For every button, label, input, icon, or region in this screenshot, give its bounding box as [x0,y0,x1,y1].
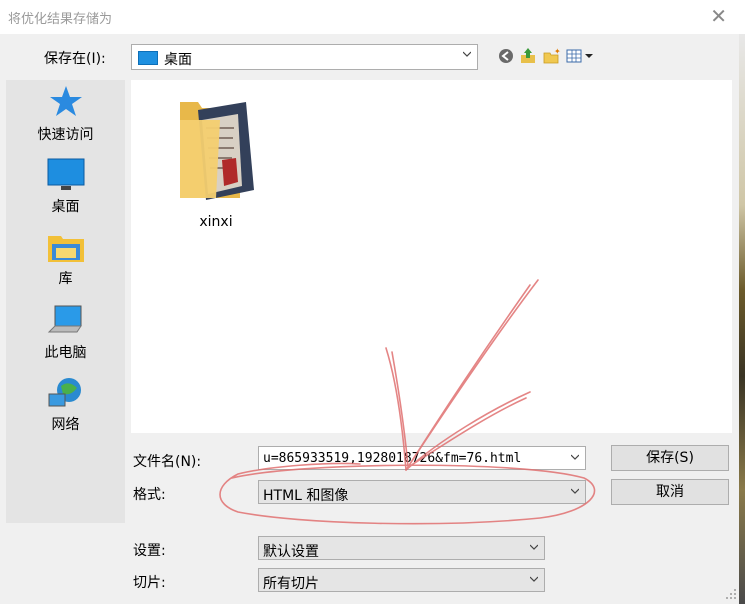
computer-icon [47,305,82,333]
place-label: 此电脑 [44,345,87,361]
place-this-pc[interactable]: 此电脑 [6,304,125,362]
slices-value: 所有切片 [263,576,319,592]
folder-icon [180,102,254,200]
format-value: HTML 和图像 [263,488,349,504]
chevron-down-icon [530,576,538,582]
new-folder-icon[interactable]: ✦ [543,46,561,66]
place-label: 桌面 [51,199,80,215]
close-icon[interactable]: ✕ [710,4,727,28]
savein-value: 桌面 [164,52,192,68]
background-window-edge [739,34,745,604]
library-icon [47,236,84,262]
settings-value: 默认设置 [263,544,319,560]
format-label: 格式: [133,487,166,503]
filename-label: 文件名(N): [133,454,202,470]
place-network[interactable]: 网络 [6,376,125,434]
desktop-icon [47,158,84,190]
up-folder-icon[interactable] [519,46,537,66]
settings-select[interactable]: 默认设置 [258,536,545,560]
chevron-down-icon [530,544,538,550]
chevron-down-icon [463,51,471,57]
window-title: 将优化结果存储为 [8,12,113,27]
save-button[interactable]: 保存(S) [611,445,729,471]
desktop-mini-icon [138,51,158,65]
file-list-area[interactable]: xinxi [131,80,732,433]
place-desktop[interactable]: 桌面 [6,158,125,216]
savein-combo[interactable]: 桌面 [131,44,478,70]
folder-label: xinxi [199,214,233,230]
title-bar: 将优化结果存储为 ✕ [0,0,745,34]
network-icon [48,378,81,407]
filename-input[interactable]: u=865933519,1928018726&fm=76.html [258,446,586,470]
place-library[interactable]: 库 [6,230,125,288]
folder-item-xinxi[interactable]: xinxi [171,98,261,230]
chevron-down-icon [571,488,579,494]
svg-text:✦: ✦ [554,47,561,56]
resize-grip-icon[interactable] [725,588,737,600]
view-menu-icon[interactable] [566,46,594,66]
star-icon [49,86,82,116]
savein-label: 保存在(I): [44,51,106,67]
slices-select[interactable]: 所有切片 [258,568,545,592]
filename-value: u=865933519,1928018726&fm=76.html [263,451,522,466]
place-label: 库 [58,271,73,287]
chevron-down-icon[interactable] [571,453,579,461]
place-label: 快速访问 [37,127,94,143]
place-label: 网络 [51,417,80,433]
places-bar: 快速访问 桌面 库 此电脑 网络 [6,80,125,523]
place-quick-access[interactable]: 快速访问 [6,84,125,144]
settings-label: 设置: [133,543,166,559]
slices-label: 切片: [133,575,166,591]
format-select[interactable]: HTML 和图像 [258,480,586,504]
cancel-button[interactable]: 取消 [611,479,729,505]
back-icon[interactable] [497,46,515,66]
